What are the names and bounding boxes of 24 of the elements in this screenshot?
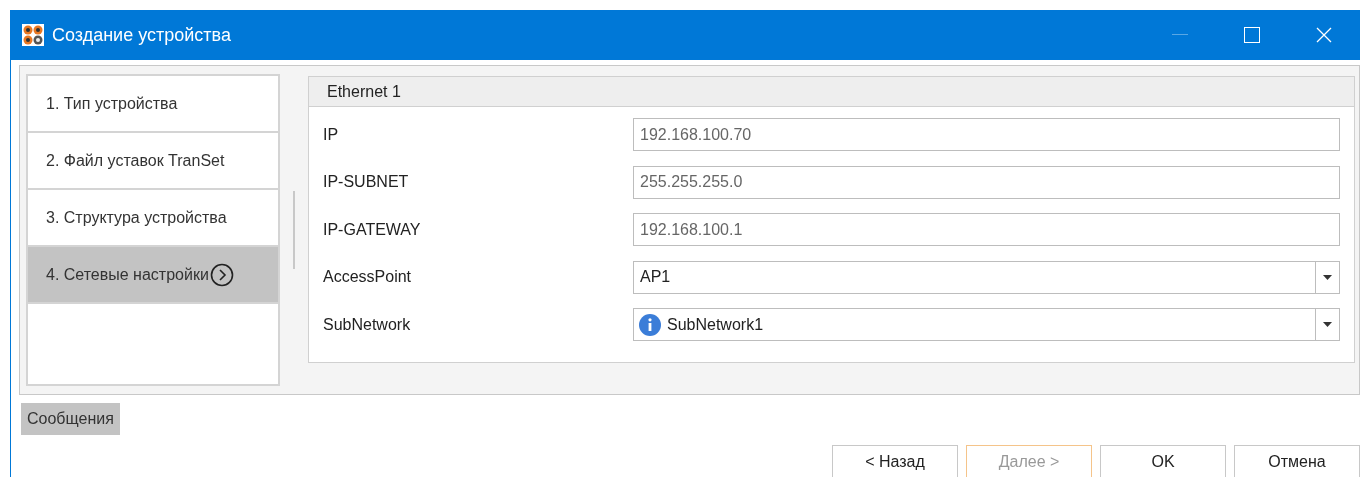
- dropdown-field[interactable]: SubNetwork1: [633, 308, 1340, 342]
- chevron-circle-icon: [209, 262, 234, 287]
- wizard-button[interactable]: Отмена: [1234, 445, 1360, 477]
- field-label: AccessPoint: [323, 267, 413, 288]
- wizard-button[interactable]: < Назад: [832, 445, 958, 477]
- input-field[interactable]: 255.255.255.0: [633, 165, 1340, 199]
- input-field[interactable]: 192.168.100.70: [633, 118, 1340, 152]
- wizard-button[interactable]: OK: [1100, 445, 1226, 477]
- input-field[interactable]: 192.168.100.1: [633, 213, 1340, 247]
- window-title: Создание устройства: [52, 23, 231, 47]
- field-label: SubNetwork: [323, 314, 412, 335]
- close-icon: [1316, 27, 1332, 43]
- field-label: IP-SUBNET: [323, 172, 410, 193]
- step-item[interactable]: 4. Сетевые настройки: [28, 247, 278, 304]
- field-label: IP-GATEWAY: [323, 219, 422, 240]
- group-title: Ethernet 1: [327, 81, 401, 102]
- dropdown-arrow-icon[interactable]: [1323, 274, 1332, 280]
- dropdown-field[interactable]: AP1: [633, 260, 1340, 294]
- app-logo-icon: [22, 24, 44, 46]
- dropdown-arrow-icon[interactable]: [1323, 322, 1332, 328]
- maximize-icon: [1244, 27, 1260, 43]
- minimize-icon: [1172, 34, 1188, 36]
- field-label: IP: [323, 124, 340, 145]
- messages-tab[interactable]: Сообщения: [21, 403, 120, 435]
